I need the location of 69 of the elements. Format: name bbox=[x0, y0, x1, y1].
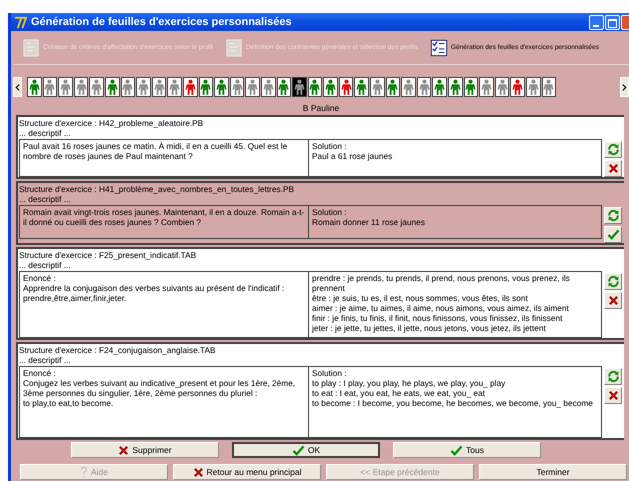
exercise-structure: Structure d'exercice : F25_present_indicatif.TAB bbox=[19, 250, 198, 260]
statement-text: Romain avait vingt-trois roses jaunes. Maintenant, il en a douze. Romain a-t-il donné ou cueilli des roses jaunes ? Combien ? bbox=[23, 207, 305, 227]
statement-text: Enoncé : bbox=[23, 273, 57, 283]
delete-icon bbox=[608, 163, 618, 174]
regenerate-button[interactable] bbox=[604, 273, 622, 290]
delete-icon bbox=[118, 444, 130, 456]
exercise-description: ... descriptif ... bbox=[19, 194, 72, 204]
statement-text: Enoncé : bbox=[23, 368, 57, 378]
scroll-right-button[interactable] bbox=[620, 77, 629, 97]
solution-text: Paul a 61 rose jaunes bbox=[312, 151, 394, 161]
document-icon bbox=[224, 38, 243, 56]
action-button[interactable]: Supprimer bbox=[71, 442, 219, 458]
action-button[interactable]: OK bbox=[232, 442, 380, 458]
chevron-left-icon bbox=[15, 84, 20, 90]
window-title: Génération de feuilles d'exercices personnalisées bbox=[31, 16, 293, 28]
refresh-icon bbox=[606, 209, 620, 222]
delete-icon bbox=[608, 295, 618, 306]
document-icon bbox=[22, 38, 40, 56]
delete-icon bbox=[192, 466, 204, 478]
refresh-icon bbox=[606, 143, 620, 156]
validate-button[interactable] bbox=[604, 226, 622, 243]
statement-text: Paul avait 16 roses jaunes ce matin. À midi, il en a cueilli 45. Quel est le nombre de roses jaunes de Paul maintenant ? bbox=[23, 141, 288, 161]
checklist-icon bbox=[430, 38, 448, 56]
solution-text: to become : I become, you become, he becomes, we become, you_ become bbox=[312, 398, 594, 408]
action-button[interactable]: Tous bbox=[393, 442, 541, 458]
exercise-description: ... descriptif ... bbox=[19, 355, 72, 365]
student-name: B Pauline bbox=[302, 103, 340, 113]
scroll-left-button[interactable] bbox=[13, 77, 22, 97]
statement-text: Apprendre la conjugaison des verbes suivants au présent de l'indicatif : prendre,être,aimer,finir,jeter. bbox=[23, 283, 286, 303]
exercise-card[interactable] bbox=[16, 342, 624, 440]
app-logo-icon bbox=[14, 16, 27, 28]
delete-icon bbox=[608, 390, 618, 401]
solution-text: Solution : bbox=[312, 207, 348, 217]
solution-text: jeter : je jette, tu jettes, il jette, nous jetons, vous jetez, ils jettent bbox=[312, 323, 547, 333]
statement-text: to play,to eat,to become. bbox=[23, 398, 114, 408]
solution-text: to play : I play, you play, he plays, we play, you_ play bbox=[312, 378, 506, 388]
refresh-icon bbox=[606, 275, 620, 288]
regenerate-button[interactable] bbox=[604, 368, 622, 385]
exercise-card[interactable] bbox=[16, 247, 624, 340]
chevron-right-icon bbox=[622, 84, 627, 90]
exercise-structure: Structure d'exercice : H42_probleme_aleatoire.PB bbox=[19, 118, 204, 128]
exercise-structure: Structure d'exercice : H41_problème_avec_nombres_en_toutes_lettres.PB bbox=[19, 184, 296, 194]
question-icon bbox=[80, 466, 88, 478]
check-icon bbox=[450, 444, 464, 456]
solution-text: Romain donner 11 rose jaunes bbox=[312, 217, 426, 227]
solution-text: to eat : I eat, you eat, he eats, we eat, you_ eat bbox=[312, 388, 486, 398]
statement-text: Conjugez les verbes suivant au indicative_present et pour les 1ère, 2ème, 3ème personnes du singulier, 1ère, 2ème personnes du pluriel : bbox=[23, 378, 296, 398]
exercise-description: ... descriptif ... bbox=[19, 260, 72, 270]
check-icon bbox=[606, 229, 620, 240]
remove-button[interactable] bbox=[604, 292, 622, 309]
solution-text: finir : je finis, tu finis, il finit, nous finissons, vous finissez, ils finissent bbox=[312, 313, 564, 323]
nav-button[interactable]: Terminer bbox=[479, 464, 627, 480]
exercise-card[interactable] bbox=[16, 115, 624, 179]
remove-button[interactable] bbox=[604, 387, 622, 404]
regenerate-button[interactable] bbox=[604, 207, 622, 224]
minimize-button[interactable] bbox=[589, 14, 604, 30]
nav-button[interactable]: Retour au menu principal bbox=[173, 464, 321, 480]
exercise-description: ... descriptif ... bbox=[19, 128, 72, 138]
maximize-button[interactable] bbox=[605, 14, 620, 30]
solution-text: Solution : bbox=[312, 141, 348, 151]
check-icon bbox=[292, 444, 305, 456]
solution-text: Solution : bbox=[312, 368, 348, 378]
remove-button[interactable] bbox=[604, 160, 622, 177]
exercise-card[interactable] bbox=[16, 181, 624, 245]
solution-text: aimer : je aime, tu aimes, il aime, nous aimons, vous aimez, ils aiment bbox=[312, 303, 570, 313]
solution-text: être : je suis, tu es, il est, nous sommes, vous êtes, ils sont bbox=[312, 293, 529, 303]
refresh-icon bbox=[606, 370, 620, 383]
exercise-structure: Structure d'exercice : F24_conjugaison_anglaise.TAB bbox=[19, 345, 217, 355]
regenerate-button[interactable] bbox=[604, 141, 622, 158]
